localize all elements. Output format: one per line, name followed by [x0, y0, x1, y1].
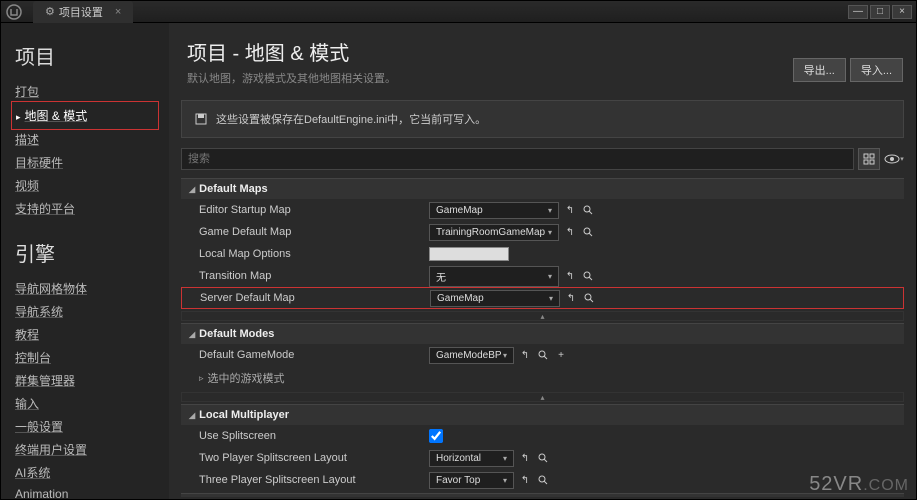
- sidebar-item[interactable]: 地图 & 模式: [16, 104, 154, 127]
- collapse-toggle[interactable]: ▴: [181, 392, 904, 402]
- property-label: Three Player Splitscreen Layout: [199, 474, 429, 486]
- sidebar-item[interactable]: 打包: [15, 80, 155, 103]
- sidebar-item[interactable]: 教程: [15, 323, 155, 346]
- tab-title: 项目设置: [59, 4, 103, 20]
- browse-icon[interactable]: [581, 269, 595, 283]
- property-label: Two Player Splitscreen Layout: [199, 452, 429, 464]
- minimize-button[interactable]: —: [848, 5, 868, 19]
- reset-icon[interactable]: ↰: [518, 451, 532, 465]
- property-row: Editor Startup Map GameMap ↰: [181, 199, 904, 221]
- property-label: Default GameMode: [199, 349, 429, 361]
- section-header[interactable]: Default Modes: [181, 323, 904, 344]
- maximize-button[interactable]: □: [870, 5, 890, 19]
- dropdown[interactable]: Horizontal: [429, 450, 514, 467]
- search-input[interactable]: [181, 148, 854, 170]
- property-row: Default GameMode GameModeBP ↰ +: [181, 344, 904, 366]
- banner-text: 这些设置被保存在DefaultEngine.ini中，它当前可写入。: [216, 111, 486, 127]
- search-go-button[interactable]: [858, 148, 880, 170]
- property-row: Transition Map 无 ↰: [181, 265, 904, 287]
- section-header[interactable]: Default Maps: [181, 178, 904, 199]
- browse-icon[interactable]: [582, 291, 596, 305]
- browse-icon[interactable]: [536, 473, 550, 487]
- ue-logo-icon: [5, 3, 23, 21]
- reset-icon[interactable]: ↰: [563, 203, 577, 217]
- save-icon: [194, 112, 208, 126]
- page-subtitle: 默认地图，游戏模式及其他地图相关设置。: [187, 70, 898, 86]
- sidebar-item[interactable]: 群集管理器: [15, 369, 155, 392]
- sidebar-item[interactable]: 一般设置: [15, 415, 155, 438]
- tab-project-settings[interactable]: ⚙ 项目设置 ×: [33, 1, 133, 23]
- section-header[interactable]: Local Multiplayer: [181, 404, 904, 425]
- sidebar-item[interactable]: 终端用户设置: [15, 438, 155, 461]
- close-button[interactable]: ×: [892, 5, 912, 19]
- reset-icon[interactable]: ↰: [564, 291, 578, 305]
- browse-icon[interactable]: [536, 451, 550, 465]
- reset-icon[interactable]: ↰: [563, 225, 577, 239]
- section-header[interactable]: Game Instance: [181, 493, 904, 497]
- reset-icon[interactable]: ↰: [563, 269, 577, 283]
- checkbox[interactable]: [429, 429, 443, 443]
- reset-icon[interactable]: ↰: [518, 473, 532, 487]
- collapse-toggle[interactable]: ▴: [181, 311, 904, 321]
- dropdown[interactable]: Favor Top: [429, 472, 514, 489]
- sidebar-item[interactable]: 控制台: [15, 346, 155, 369]
- browse-icon[interactable]: [581, 203, 595, 217]
- browse-icon[interactable]: [581, 225, 595, 239]
- sidebar-item[interactable]: AI系统: [15, 461, 155, 484]
- dropdown[interactable]: GameMap: [430, 290, 560, 307]
- page-title: 项目 - 地图 & 模式: [187, 37, 898, 66]
- property-row: Three Player Splitscreen Layout Favor To…: [181, 469, 904, 491]
- sidebar-section-project: 项目: [15, 41, 155, 70]
- property-row: Server Default Map GameMap ↰: [181, 287, 904, 309]
- property-label: Transition Map: [199, 270, 429, 282]
- export-button[interactable]: 导出...: [793, 58, 846, 82]
- sidebar-item[interactable]: 视频: [15, 174, 155, 197]
- property-label: Editor Startup Map: [199, 204, 429, 216]
- browse-icon[interactable]: [536, 348, 550, 362]
- dropdown[interactable]: GameMap: [429, 202, 559, 219]
- sidebar-item[interactable]: Animation: [15, 484, 155, 499]
- sidebar-item[interactable]: 描述: [15, 128, 155, 151]
- close-tab-icon[interactable]: ×: [115, 6, 121, 18]
- property-row: Game Default Map TrainingRoomGameMap ↰: [181, 221, 904, 243]
- gear-icon: ⚙: [45, 5, 55, 18]
- property-row: Use Splitscreen: [181, 425, 904, 447]
- dropdown[interactable]: TrainingRoomGameMap: [429, 224, 559, 241]
- property-row: Local Map Options: [181, 243, 904, 265]
- titlebar: ⚙ 项目设置 × — □ ×: [1, 1, 916, 23]
- property-label: Game Default Map: [199, 226, 429, 238]
- sidebar-item[interactable]: 支持的平台: [15, 197, 155, 220]
- sidebar: 项目 打包地图 & 模式描述目标硬件视频支持的平台 引擎 导航网格物体导航系统教…: [1, 23, 169, 499]
- property-label: Local Map Options: [199, 248, 429, 260]
- expand-sub[interactable]: 选中的游戏模式: [181, 366, 904, 390]
- watermark: 52VR.COM: [809, 473, 909, 496]
- sidebar-item[interactable]: 输入: [15, 392, 155, 415]
- property-label: Use Splitscreen: [199, 430, 429, 442]
- sidebar-item[interactable]: 导航系统: [15, 300, 155, 323]
- text-field[interactable]: [429, 247, 509, 261]
- info-banner: 这些设置被保存在DefaultEngine.ini中，它当前可写入。: [181, 100, 904, 138]
- reset-icon[interactable]: ↰: [518, 348, 532, 362]
- dropdown[interactable]: GameModeBP: [429, 347, 514, 364]
- view-options-icon[interactable]: ▾: [884, 152, 904, 166]
- sidebar-item[interactable]: 目标硬件: [15, 151, 155, 174]
- import-button[interactable]: 导入...: [850, 58, 903, 82]
- property-label: Server Default Map: [200, 292, 430, 304]
- property-row: Two Player Splitscreen Layout Horizontal…: [181, 447, 904, 469]
- dropdown[interactable]: 无: [429, 266, 559, 287]
- add-icon[interactable]: +: [554, 348, 568, 362]
- sidebar-item[interactable]: 导航网格物体: [15, 277, 155, 300]
- sidebar-section-engine: 引擎: [15, 238, 155, 267]
